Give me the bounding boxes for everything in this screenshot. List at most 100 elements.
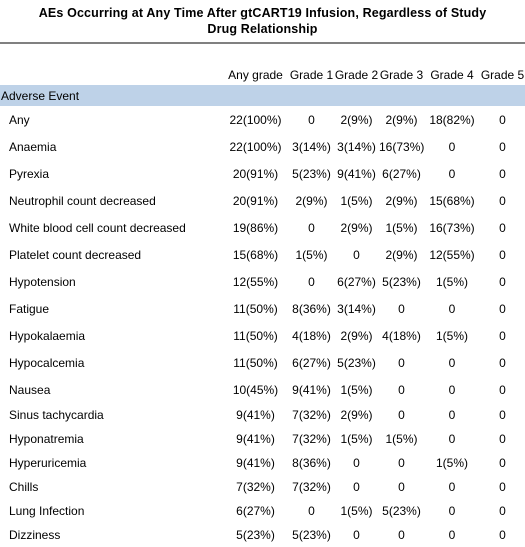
column-header-event	[0, 44, 222, 85]
cell-grade-2: 6(27%)	[337, 274, 376, 289]
cell-grade-5: 0	[499, 301, 506, 316]
cell-grade-3: 0	[398, 382, 405, 397]
cell-any-grade: 10(45%)	[232, 382, 279, 397]
cell-grade-5: 0	[499, 432, 506, 446]
cell-grade-2: 0	[353, 456, 360, 470]
table-row: Nausea 10(45%) 9(41%) 1(5%) 0 0 0	[0, 376, 525, 403]
cell-grade-3: 0	[398, 456, 405, 470]
cell-adverse-event: Hypocalcemia	[9, 355, 85, 370]
cell-grade-1: 0	[308, 504, 315, 518]
cell-grade-5: 0	[499, 355, 506, 370]
cell-any-grade: 11(50%)	[233, 328, 278, 343]
table-row: Lung Infection 6(27%) 0 1(5%) 5(23%) 0 0	[0, 499, 525, 523]
table-row: Sinus tachycardia 9(41%) 7(32%) 2(9%) 0 0 0	[0, 403, 525, 427]
table-row: Hypotension 12(55%) 0 6(27%) 5(23%) 1(5%) 0	[0, 268, 525, 295]
cell-grade-4: 1(5%)	[435, 328, 468, 343]
cell-grade-2: 9(41%)	[337, 166, 376, 181]
cell-grade-1: 0	[308, 112, 315, 127]
cell-grade-5: 0	[499, 328, 506, 343]
cell-grade-2: 1(5%)	[340, 193, 373, 208]
column-header-grade-1: Grade 1	[289, 67, 334, 82]
table-row: Hypocalcemia 11(50%) 6(27%) 5(23%) 0 0 0	[0, 349, 525, 376]
table-title-block: AEs Occurring at Any Time After gtCART19…	[0, 0, 525, 40]
page-title: AEs Occurring at Any Time After gtCART19…	[38, 6, 487, 36]
cell-grade-3: 0	[398, 301, 405, 316]
cell-grade-2: 1(5%)	[340, 432, 373, 446]
cell-any-grade: 22(100%)	[229, 112, 282, 127]
cell-grade-4: 0	[448, 432, 456, 446]
cell-grade-1: 8(36%)	[292, 456, 331, 470]
cell-adverse-event: Nausea	[9, 382, 51, 397]
cell-grade-1: 1(5%)	[295, 247, 328, 262]
cell-grade-5: 0	[499, 504, 506, 518]
cell-adverse-event: Neutrophil count decreased	[9, 193, 156, 208]
cell-grade-4: 0	[448, 139, 456, 154]
cell-grade-5: 0	[499, 193, 506, 208]
cell-grade-1: 0	[308, 274, 315, 289]
cell-adverse-event: Fatigue	[9, 301, 50, 316]
cell-any-grade: 9(41%)	[236, 456, 275, 470]
cell-grade-4: 0	[448, 382, 456, 397]
cell-grade-4: 0	[448, 504, 456, 518]
cell-grade-3: 2(9%)	[385, 112, 418, 127]
cell-any-grade: 22(100%)	[229, 139, 282, 154]
cell-any-grade: 11(50%)	[233, 355, 278, 370]
cell-grade-3: 2(9%)	[385, 247, 418, 262]
column-header-row: Any grade Grade 1 Grade 2 Grade 3 Grade …	[0, 44, 525, 85]
cell-grade-5: 0	[499, 112, 506, 127]
table-row: Dizziness 5(23%) 5(23%) 0 0 0 0	[0, 523, 525, 547]
cell-grade-3: 1(5%)	[385, 432, 418, 446]
cell-grade-5: 0	[499, 139, 506, 154]
cell-grade-1: 5(23%)	[292, 528, 331, 542]
cell-grade-4: 0	[448, 301, 456, 316]
cell-grade-1: 5(23%)	[292, 166, 331, 181]
cell-grade-2: 5(23%)	[337, 355, 376, 370]
cell-adverse-event: Dizziness	[9, 528, 61, 542]
cell-grade-4: 16(73%)	[429, 220, 475, 235]
column-header-grade-3: Grade 3	[379, 67, 424, 82]
cell-grade-1: 6(27%)	[292, 355, 331, 370]
table-row: Pyrexia 20(91%) 5(23%) 9(41%) 6(27%) 0 0	[0, 160, 525, 187]
cell-grade-5: 0	[499, 408, 506, 422]
cell-any-grade: 12(55%)	[232, 274, 279, 289]
cell-grade-1: 9(41%)	[292, 382, 331, 397]
cell-grade-2: 0	[353, 247, 360, 262]
cell-adverse-event: Anaemia	[9, 139, 57, 154]
table-row: Neutrophil count decreased 20(91%) 2(9%) 1(…	[0, 187, 525, 214]
cell-grade-1: 7(32%)	[292, 480, 331, 494]
section-header-row: Adverse Event	[0, 85, 525, 106]
cell-grade-1: 7(32%)	[292, 432, 331, 446]
section-header-label: Adverse Event	[0, 85, 525, 106]
cell-grade-4: 1(5%)	[435, 274, 468, 289]
cell-grade-5: 0	[499, 220, 506, 235]
cell-grade-4: 18(82%)	[429, 112, 475, 127]
cell-adverse-event: Platelet count decreased	[9, 247, 142, 262]
cell-any-grade: 9(41%)	[236, 432, 275, 446]
cell-grade-3: 1(5%)	[385, 220, 418, 235]
cell-any-grade: 20(91%)	[232, 166, 279, 181]
cell-grade-5: 0	[499, 528, 506, 542]
cell-any-grade: 11(50%)	[233, 301, 278, 316]
cell-any-grade: 5(23%)	[236, 528, 275, 542]
table-row: Fatigue 11(50%) 8(36%) 3(14%) 0 0 0	[0, 295, 525, 322]
table-row: Chills 7(32%) 7(32%) 0 0 0 0	[0, 475, 525, 499]
table-row: Hyponatremia 9(41%) 7(32%) 1(5%) 1(5%) 0 0	[0, 427, 525, 451]
column-header-grade-5: Grade 5	[480, 67, 525, 82]
table-row: Platelet count decreased 15(68%) 1(5%) 0 2(9…	[0, 241, 525, 268]
cell-grade-2: 2(9%)	[340, 220, 373, 235]
table-header: Any grade Grade 1 Grade 2 Grade 3 Grade …	[0, 44, 525, 85]
cell-grade-2: 2(9%)	[340, 112, 373, 127]
cell-grade-2: 0	[353, 480, 360, 494]
cell-any-grade: 20(91%)	[232, 193, 279, 208]
cell-grade-4: 0	[448, 480, 456, 494]
cell-grade-4: 0	[448, 166, 456, 181]
cell-adverse-event: Hypotension	[9, 274, 76, 289]
cell-grade-4: 0	[448, 528, 456, 542]
cell-grade-4: 12(55%)	[429, 247, 475, 262]
cell-grade-3: 5(23%)	[382, 504, 421, 518]
cell-grade-4: 0	[448, 355, 456, 370]
cell-grade-3: 6(27%)	[382, 166, 421, 181]
table-row: Any 22(100%) 0 2(9%) 2(9%) 18(82%) 0	[0, 106, 525, 133]
cell-grade-4: 1(5%)	[435, 456, 468, 470]
cell-grade-3: 0	[398, 355, 405, 370]
